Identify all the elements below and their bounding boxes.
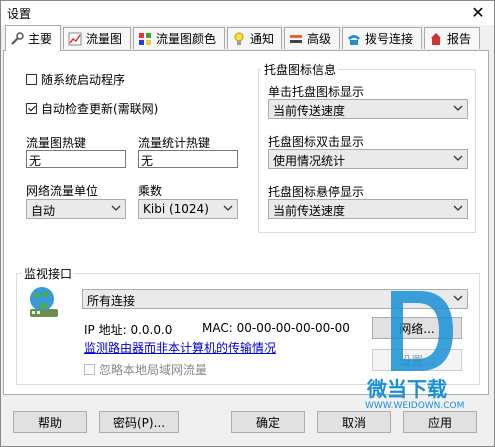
title-bar: 设置 ✕ (1, 1, 494, 25)
chevron-down-icon (453, 105, 463, 111)
checkbox-box[interactable] (84, 364, 95, 375)
tab-report[interactable]: 报告 (424, 27, 480, 49)
tab-graph-colors[interactable]: 流量图颜色 (133, 27, 225, 49)
multiplier-select[interactable]: Kibi (1024) (138, 199, 238, 219)
tab-graph[interactable]: 流量图 (63, 27, 131, 49)
phone-icon (347, 32, 361, 46)
apply-button[interactable]: 应用 (403, 411, 477, 433)
tab-label: 流量图 (86, 32, 123, 46)
unit-select[interactable]: 自动 (26, 199, 126, 219)
tab-dialup[interactable]: 拨号连接 (342, 27, 422, 49)
chevron-down-icon (111, 205, 121, 211)
double-click-label: 托盘图标双击显示 (268, 135, 365, 149)
double-click-value: 使用情况统计 (273, 154, 346, 168)
cancel-button[interactable]: 取消 (317, 411, 391, 433)
tab-strip: 主要 流量图 流量图颜色 通知 高级 拨号连接 报告 (3, 25, 492, 51)
autoupdate-checkbox[interactable]: 自动检查更新(需联网) (26, 100, 158, 117)
tab-label: 报告 (447, 32, 472, 46)
hover-label: 托盘图标悬停显示 (268, 185, 365, 199)
bulb-icon (232, 32, 246, 46)
multiplier-label: 乘数 (138, 184, 163, 198)
hotkey-stats-label: 流量统计热键 (138, 136, 211, 150)
ignore-lan-label: 忽略本地局域网流量 (99, 363, 208, 377)
advanced-icon (289, 32, 303, 46)
ip-address: IP 地址: 0.0.0.0 (84, 323, 173, 337)
hotkey-stats-input[interactable]: 无 (138, 150, 238, 168)
window-title: 设置 (7, 7, 32, 21)
close-icon[interactable]: ✕ (468, 3, 488, 23)
autoupdate-label: 自动检查更新(需联网) (41, 102, 159, 116)
settings-window: 设置 ✕ 主要 流量图 流量图颜色 通知 高级 拨号连接 报告 随系统启动程序 … (0, 0, 495, 447)
tab-main[interactable]: 主要 (5, 25, 61, 51)
startup-label: 随系统启动程序 (41, 73, 126, 87)
hotkey-graph-label: 流量图热键 (26, 136, 87, 150)
interface-value: 所有连接 (87, 294, 136, 308)
tab-label: 通知 (250, 32, 275, 46)
tab-label: 拨号连接 (365, 32, 414, 46)
watermark: 微当下载 WWW.WEIDOWN.COM (361, 291, 481, 411)
wrench-icon (10, 31, 24, 46)
network-globe-icon (26, 285, 62, 321)
ignore-lan-checkbox[interactable]: 忽略本地局域网流量 (84, 361, 207, 378)
tab-label: 流量图颜色 (156, 32, 217, 46)
watermark-url: WWW.WEIDOWN.COM (365, 401, 465, 411)
help-button[interactable]: 帮助 (13, 411, 87, 433)
unit-value: 自动 (31, 204, 56, 218)
mac-address: MAC: 00-00-00-00-00-00 (202, 321, 350, 335)
tab-notify[interactable]: 通知 (227, 27, 282, 49)
chart-icon (68, 32, 82, 46)
ok-button[interactable]: 确定 (231, 411, 305, 433)
tab-label: 主要 (28, 32, 53, 46)
startup-checkbox[interactable]: 随系统启动程序 (26, 71, 125, 88)
unit-label: 网络流量单位 (26, 184, 99, 198)
hotkey-graph-input[interactable]: 无 (26, 150, 126, 168)
single-click-value: 当前传送速度 (273, 104, 346, 118)
single-click-select[interactable]: 当前传送速度 (268, 99, 468, 119)
palette-icon (138, 32, 152, 46)
checkbox-box[interactable] (26, 103, 37, 114)
chevron-down-icon (453, 205, 463, 211)
multiplier-value: Kibi (1024) (143, 202, 209, 216)
tab-label: 高级 (307, 32, 332, 46)
tray-group-title: 托盘图标信息 (262, 61, 339, 78)
single-click-label: 单击托盘图标显示 (268, 85, 365, 99)
checkbox-box[interactable] (26, 74, 37, 85)
monitor-group-title: 监视接口 (22, 265, 75, 282)
double-click-select[interactable]: 使用情况统计 (268, 149, 468, 169)
report-icon (429, 32, 443, 46)
router-link[interactable]: 监测路由器而非本计算机的传输情况 (84, 339, 276, 356)
tab-advanced[interactable]: 高级 (284, 27, 340, 49)
chevron-down-icon (223, 205, 233, 211)
hover-value: 当前传送速度 (273, 204, 346, 218)
password-button[interactable]: 密码(P)... (99, 411, 179, 433)
hover-select[interactable]: 当前传送速度 (268, 199, 468, 219)
chevron-down-icon (453, 155, 463, 161)
watermark-brand: 微当下载 (367, 377, 447, 401)
